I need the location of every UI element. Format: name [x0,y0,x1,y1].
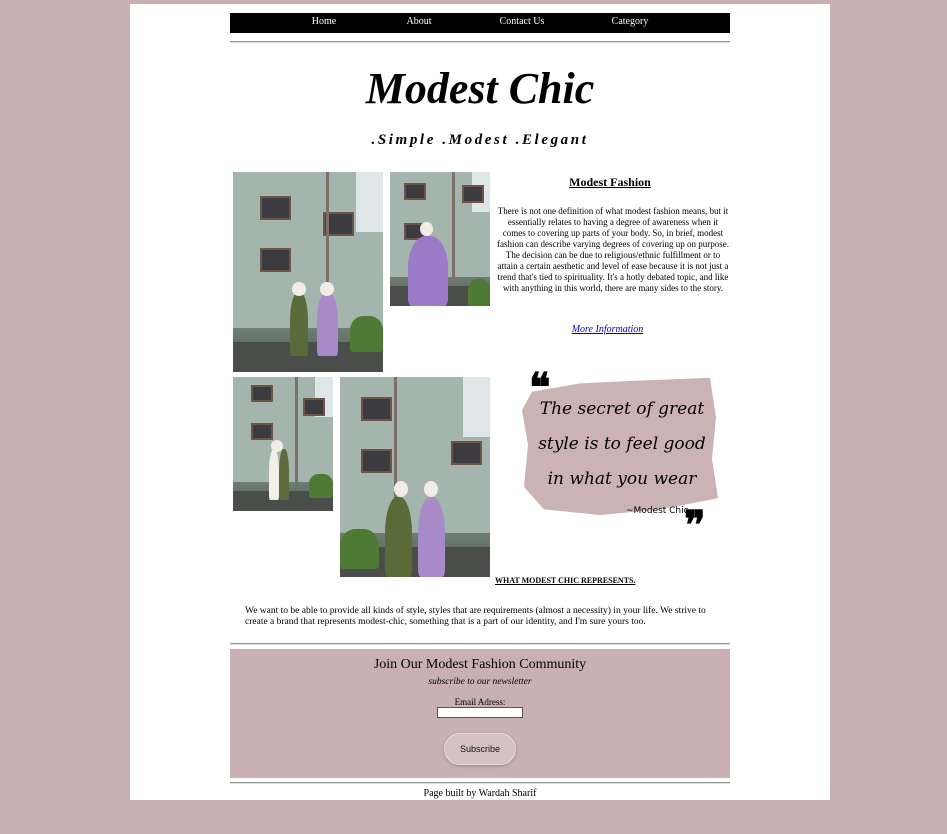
newsletter-divider-top [230,643,730,645]
nav-category-link[interactable]: Category [612,16,649,27]
fashion-photo-3 [233,377,333,511]
newsletter-subtitle: subscribe to our newsletter [428,677,532,687]
close-quote-icon: ❞ [684,502,706,549]
modest-fashion-description: There is not one definition of what mode… [497,206,729,293]
newsletter-section: Join Our Modest Fashion Community subscr… [230,649,730,778]
top-navbar: Home About Contact Us Category [230,13,730,33]
fashion-photo-4 [340,377,490,577]
email-label: Email Adress: [454,697,506,707]
header-divider [230,41,730,43]
subscribe-button[interactable]: Subscribe [444,733,516,765]
nav-contact-link[interactable]: Contact Us [500,16,545,27]
site-title: Modest Chic [365,64,595,113]
quote-text: The secret of great style is to feel goo… [538,399,706,489]
more-information-link[interactable]: More Information [495,324,720,335]
nav-about-link[interactable]: About [407,16,432,27]
represents-heading: WHAT MODEST CHIC REPRESENTS. [495,576,636,585]
fashion-photo-2 [390,172,490,306]
modest-fashion-heading: Modest Fashion [569,175,651,189]
quote-image: ❝ The secret of great style is to feel g… [518,368,726,546]
tagline: .Simple .Modest .Elegant [371,132,589,148]
newsletter-title: Join Our Modest Fashion Community [373,657,587,672]
mission-statement: We want to be able to provide all kinds … [245,606,706,627]
page-content: Home About Contact Us Category Modest Ch… [130,4,830,800]
email-input[interactable] [437,707,523,718]
footer-credit: Page built by Wardah Sharif [423,788,537,799]
fashion-photo-1 [233,172,383,372]
footer-divider [230,782,730,784]
nav-home-link[interactable]: Home [312,16,336,27]
quote-attribution: ~Modest Chic [626,506,689,516]
